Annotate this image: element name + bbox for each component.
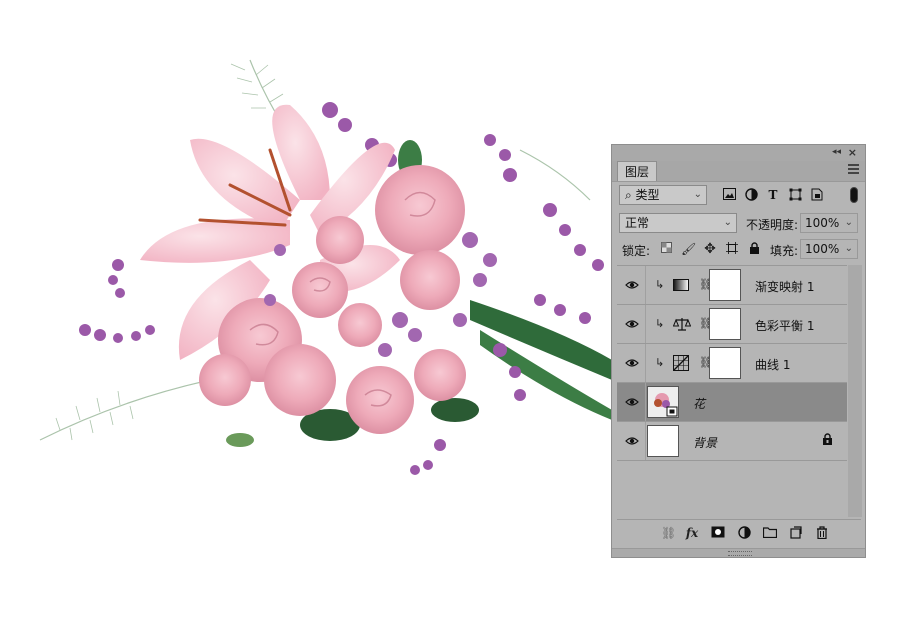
blend-mode-dropdown[interactable]: 正常 ⌄ <box>619 213 737 233</box>
eye-icon[interactable] <box>625 395 639 409</box>
link-layers-icon[interactable]: ⛓ <box>661 526 676 540</box>
layer-name[interactable]: 背景 <box>693 434 717 451</box>
filter-toggle-switch[interactable] <box>850 187 858 203</box>
fill-value: 100% <box>805 242 840 256</box>
layers-list: ↳ ⛓ 渐变映射 1 ↳ ⛓ 色彩平衡 1 ↳ ⛓ 曲线 1 花 背景 <box>617 265 847 518</box>
panel-resize-grip[interactable] <box>612 548 865 557</box>
close-icon[interactable]: × <box>848 146 857 159</box>
new-layer-icon[interactable] <box>789 526 803 540</box>
lock-artboard-icon[interactable] <box>725 242 739 256</box>
layer-name[interactable]: 曲线 1 <box>755 356 790 373</box>
column-divider <box>645 266 646 304</box>
layer-mask-thumbnail[interactable] <box>709 269 741 301</box>
clipping-arrow-icon: ↳ <box>655 356 665 369</box>
panel-tab-row: 图层 <box>612 161 865 182</box>
lock-image-pixels-icon[interactable]: 🖌 <box>681 242 696 256</box>
pixel-layer-filter-icon[interactable] <box>722 188 736 202</box>
chevron-down-icon: ⌄ <box>693 189 702 200</box>
new-group-folder-icon[interactable] <box>762 526 778 540</box>
lock-row: 锁定: 🖌 ✥ 填充: 100% ⌄ <box>612 238 865 260</box>
eye-icon[interactable] <box>625 356 639 370</box>
layer-mask-thumbnail[interactable] <box>709 347 741 379</box>
column-divider <box>645 344 646 382</box>
blend-mode-value: 正常 <box>625 216 650 230</box>
layer-name[interactable]: 花 <box>693 395 705 412</box>
fx-icon[interactable]: fx <box>685 526 699 540</box>
new-adjustment-layer-icon[interactable] <box>737 526 751 540</box>
type-layer-filter-icon[interactable]: T <box>766 188 780 202</box>
opacity-value: 100% <box>805 216 840 230</box>
layer-row-background[interactable]: 背景 <box>617 422 847 461</box>
curves-icon[interactable] <box>673 355 689 371</box>
layer-mask-thumbnail[interactable] <box>709 308 741 340</box>
chevron-down-icon: ⌄ <box>723 217 732 228</box>
column-divider <box>645 422 646 460</box>
layers-panel: ◂◂ × 图层 ⌕ 类型 ⌄ T 正常 ⌄ 不透明度: 100% ⌄ 锁定: 🖌… <box>611 144 866 558</box>
layer-row-gradient-map[interactable]: ↳ ⛓ 渐变映射 1 <box>617 266 847 305</box>
chevron-down-icon: ⌄ <box>844 243 853 254</box>
panel-title-bar[interactable]: ◂◂ × <box>612 145 865 161</box>
layers-scrollbar[interactable] <box>848 265 862 517</box>
lock-label: 锁定: <box>622 244 651 258</box>
shape-layer-filter-icon[interactable] <box>788 188 802 202</box>
tab-layers[interactable]: 图层 <box>617 161 658 181</box>
eye-icon[interactable] <box>625 278 639 292</box>
gradient-map-icon[interactable] <box>673 277 689 293</box>
layers-bottom-toolbar: ⛓ fx <box>617 519 861 546</box>
balance-scale-icon[interactable] <box>672 316 692 332</box>
lock-position-icon[interactable]: ✥ <box>703 242 717 256</box>
filter-kind-value: 类型 <box>635 188 660 202</box>
panel-menu-icon[interactable] <box>848 164 859 175</box>
smart-object-filter-icon[interactable] <box>810 188 824 202</box>
filter-row: ⌕ 类型 ⌄ T <box>612 183 865 207</box>
layer-row-flower[interactable]: 花 <box>617 383 847 422</box>
blend-row: 正常 ⌄ 不透明度: 100% ⌄ <box>612 212 865 234</box>
clipping-arrow-icon: ↳ <box>655 278 665 291</box>
add-mask-icon[interactable] <box>711 526 725 540</box>
column-divider <box>645 305 646 343</box>
lock-transparent-pixels-icon[interactable] <box>659 242 673 256</box>
chevron-down-icon: ⌄ <box>844 217 853 228</box>
eye-icon[interactable] <box>625 317 639 331</box>
filter-kind-dropdown[interactable]: ⌕ 类型 ⌄ <box>619 185 707 205</box>
layer-thumbnail-flower[interactable] <box>647 386 679 418</box>
lock-all-icon[interactable] <box>747 242 761 256</box>
eye-icon[interactable] <box>625 434 639 448</box>
layer-row-curves[interactable]: ↳ ⛓ 曲线 1 <box>617 344 847 383</box>
collapse-icon[interactable]: ◂◂ <box>832 147 841 157</box>
clipping-arrow-icon: ↳ <box>655 317 665 330</box>
lock-icon <box>822 433 833 448</box>
search-icon: ⌕ <box>625 188 636 202</box>
trash-icon[interactable] <box>815 526 829 540</box>
flower-bouquet-image <box>39 59 612 475</box>
opacity-field[interactable]: 100% ⌄ <box>800 213 858 233</box>
column-divider <box>645 383 646 421</box>
adjustment-layer-filter-icon[interactable] <box>744 188 758 202</box>
fill-label: 填充: <box>770 244 799 258</box>
layer-name[interactable]: 渐变映射 1 <box>755 278 814 295</box>
layer-thumbnail-background[interactable] <box>647 425 679 457</box>
layer-name[interactable]: 色彩平衡 1 <box>755 317 814 334</box>
layer-row-color-balance[interactable]: ↳ ⛓ 色彩平衡 1 <box>617 305 847 344</box>
fill-field[interactable]: 100% ⌄ <box>800 239 858 259</box>
opacity-label: 不透明度: <box>746 218 799 232</box>
